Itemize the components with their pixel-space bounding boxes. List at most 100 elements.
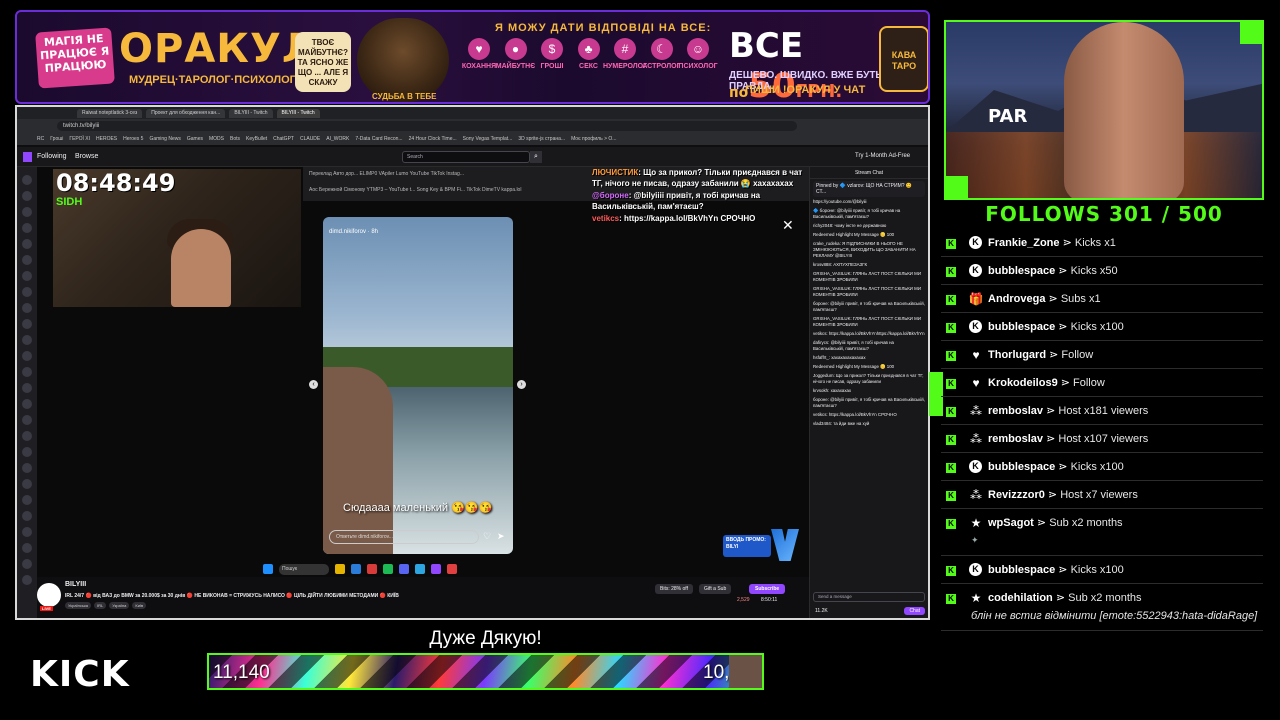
bookmark-item[interactable]: Sony Vegas Templat... bbox=[463, 136, 513, 142]
browser-tab-strip: Raiwat noteptlatick 3-сез Проект для обх… bbox=[17, 107, 928, 119]
story-reply-input[interactable]: Ответьте dimd.nikiforov... bbox=[329, 530, 479, 544]
bookmark-item[interactable]: RC bbox=[37, 136, 44, 142]
chat-message: 🔷 бороне: @bilyiiii привіт, я тобі крича… bbox=[813, 208, 901, 219]
channel-avatar[interactable] bbox=[22, 559, 32, 569]
bookmark-item[interactable]: Gaming News bbox=[149, 136, 180, 142]
bookmark-item[interactable]: KeyBullet bbox=[246, 136, 267, 142]
channel-avatar[interactable] bbox=[22, 495, 32, 505]
bookmark-item[interactable]: Моє профиль > O... bbox=[571, 136, 616, 142]
kick-coin-icon: K bbox=[969, 264, 982, 277]
channel-avatar[interactable] bbox=[22, 399, 32, 409]
channel-avatar[interactable] bbox=[22, 191, 32, 201]
chevron-right-icon[interactable]: › bbox=[517, 380, 526, 389]
goal-current: 11,140 bbox=[213, 662, 270, 683]
edge-icon[interactable] bbox=[351, 564, 361, 574]
bookmark-item[interactable]: HEROES bbox=[96, 136, 117, 142]
bookmark-item[interactable]: ГЕРОЇ XI bbox=[69, 136, 90, 142]
channel-avatar[interactable] bbox=[22, 367, 32, 377]
channel-avatar[interactable] bbox=[22, 175, 32, 185]
channel-avatar[interactable] bbox=[22, 351, 32, 361]
channel-avatar[interactable] bbox=[22, 479, 32, 489]
instagram-story[interactable]: dimd.nikiforov · 8h Сюдаааа маленький 😘😘… bbox=[323, 217, 513, 554]
video-player[interactable]: 08:48:49 SIDН Переклад Авто дор... ELIMP… bbox=[37, 167, 809, 577]
discord-icon[interactable] bbox=[399, 564, 409, 574]
channel-avatar[interactable] bbox=[22, 207, 32, 217]
bookmark-item[interactable]: 24 Hour Clock Time... bbox=[409, 136, 457, 142]
tag[interactable]: Київ bbox=[132, 602, 147, 609]
channel-avatar[interactable] bbox=[22, 415, 32, 425]
close-icon[interactable]: ✕ bbox=[782, 217, 794, 234]
bookmark-item[interactable]: CLAUDE bbox=[300, 136, 320, 142]
channel-avatar[interactable] bbox=[22, 447, 32, 457]
taskbar-search[interactable]: Пошук bbox=[279, 563, 329, 575]
browser-tab-active[interactable]: BILYIII - Twitch bbox=[276, 108, 320, 118]
chrome-icon[interactable] bbox=[367, 564, 377, 574]
channel-avatar[interactable] bbox=[22, 335, 32, 345]
send-message-input[interactable]: Send a message bbox=[813, 592, 925, 602]
heart-icon[interactable]: ♡ bbox=[483, 531, 491, 542]
gift-sub-button[interactable]: Gift a Sub bbox=[699, 584, 732, 594]
bookmark-item[interactable]: 3D sprite-js страна... bbox=[518, 136, 565, 142]
banner-title: ОРАКУЛ bbox=[119, 26, 317, 72]
channel-avatar[interactable] bbox=[22, 303, 32, 313]
browser-tab[interactable]: Проект для обходження кан... bbox=[146, 108, 226, 118]
windows-icon[interactable] bbox=[263, 564, 273, 574]
emote-icon: ✦ bbox=[971, 535, 979, 545]
subscribe-button[interactable]: Subscribe bbox=[749, 584, 786, 594]
browser-tab[interactable]: Raiwat noteptlatick 3-сез bbox=[77, 108, 143, 118]
bookmark-item[interactable]: Games bbox=[187, 136, 203, 142]
channel-avatar[interactable] bbox=[22, 511, 32, 521]
event-action: Follow bbox=[1073, 377, 1105, 389]
bookmark-item[interactable]: Гроші bbox=[50, 136, 63, 142]
channel-avatar[interactable] bbox=[22, 239, 32, 249]
channel-avatar[interactable] bbox=[22, 287, 32, 297]
twitch-logo-icon[interactable] bbox=[23, 152, 32, 162]
bookmark-item[interactable]: Bots bbox=[230, 136, 240, 142]
tag[interactable]: Українська bbox=[65, 602, 92, 609]
tag[interactable]: IRL bbox=[94, 602, 107, 609]
bits-button[interactable]: Bits: 28% off bbox=[655, 584, 693, 594]
bookmark-item[interactable]: AI_WORK bbox=[326, 136, 349, 142]
obs-icon[interactable] bbox=[447, 564, 457, 574]
chat-button[interactable]: Chat bbox=[904, 607, 925, 615]
event-action: Follow bbox=[1061, 349, 1094, 361]
money-icon: $ bbox=[541, 38, 563, 60]
channel-avatar[interactable] bbox=[22, 255, 32, 265]
channel-avatar[interactable] bbox=[22, 271, 32, 281]
channel-avatar[interactable] bbox=[22, 463, 32, 473]
kick-icon: K bbox=[946, 435, 956, 445]
tag[interactable]: Україна bbox=[109, 602, 130, 609]
channel-name[interactable]: BILYIII bbox=[65, 581, 86, 588]
side-label: SIDН bbox=[56, 196, 83, 208]
channel-avatar[interactable] bbox=[22, 319, 32, 329]
twitch-search-input[interactable]: Search bbox=[402, 151, 530, 163]
bookmark-item[interactable]: MODS bbox=[209, 136, 224, 142]
avatar[interactable] bbox=[37, 583, 61, 607]
following-link[interactable]: Following bbox=[37, 153, 67, 160]
folder-icon[interactable] bbox=[335, 564, 345, 574]
host-icon: ⁂ bbox=[970, 488, 982, 502]
channel-avatar[interactable] bbox=[22, 431, 32, 441]
channel-avatar[interactable] bbox=[22, 543, 32, 553]
browse-link[interactable]: Browse bbox=[75, 153, 98, 160]
star-icon: ★ bbox=[970, 516, 982, 530]
channel-avatar[interactable] bbox=[22, 223, 32, 233]
url-field[interactable]: twitch.tv/bilyiii bbox=[57, 121, 797, 131]
channel-avatar[interactable] bbox=[22, 575, 32, 585]
channel-avatar[interactable] bbox=[22, 527, 32, 537]
browser-tab[interactable]: BILYIII - Twitch bbox=[229, 108, 273, 118]
channel-points[interactable]: 11.2K bbox=[815, 608, 828, 614]
channel-avatar[interactable] bbox=[22, 383, 32, 393]
bookmark-item[interactable]: Heroes 5 bbox=[123, 136, 143, 142]
spotify-icon[interactable] bbox=[383, 564, 393, 574]
bookmark-item[interactable]: 7-Data Card Recon... bbox=[355, 136, 402, 142]
send-icon[interactable]: ➤ bbox=[497, 531, 505, 542]
telegram-icon[interactable] bbox=[415, 564, 425, 574]
search-icon[interactable]: ⌕ bbox=[530, 151, 542, 163]
ad-free-button[interactable]: Try 1-Month Ad-Free bbox=[855, 153, 910, 159]
chevron-left-icon[interactable]: ‹ bbox=[309, 380, 318, 389]
stream-title: IRL 24/7 🔴 від ВАЗ до BMW за 20.000$ за … bbox=[65, 593, 399, 599]
twitch-icon[interactable] bbox=[431, 564, 441, 574]
pinned-message[interactable]: Pinned by 🔷 vzlarov: ЩО НА СТРИМ? 😊 СТ..… bbox=[813, 181, 925, 197]
bookmark-item[interactable]: ChatGPT bbox=[273, 136, 294, 142]
